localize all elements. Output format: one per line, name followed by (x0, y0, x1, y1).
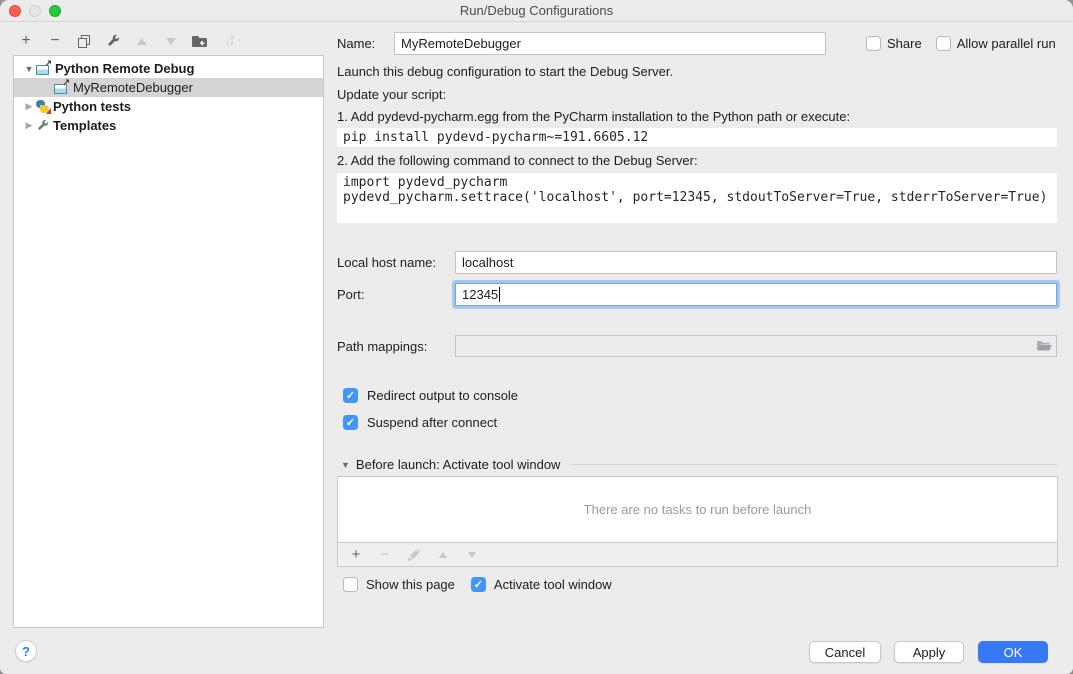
edit-pencil-icon (406, 547, 422, 563)
run-debug-configurations-dialog: Run/Debug Configurations + − ↓az ▼ ↗ Pyt… (0, 0, 1073, 674)
share-checkbox[interactable] (866, 36, 881, 51)
python-logo-icon (36, 100, 49, 113)
help-button[interactable]: ? (15, 640, 37, 662)
remove-configuration-button[interactable]: − (47, 33, 63, 49)
activate-tool-window-label: Activate tool window (494, 577, 612, 592)
move-down-icon (163, 33, 179, 49)
before-launch-title: Before launch: Activate tool window (356, 457, 561, 472)
tree-item-templates[interactable]: ▶ Templates (14, 116, 323, 135)
before-launch-empty-text: There are no tasks to run before launch (338, 477, 1057, 542)
ok-button[interactable]: OK (978, 641, 1048, 663)
new-folder-icon[interactable] (192, 33, 208, 49)
tree-item-python-tests[interactable]: ▶ Python tests (14, 97, 323, 116)
window-title: Run/Debug Configurations (0, 3, 1073, 18)
tree-item-label: Python Remote Debug (55, 61, 194, 76)
port-input[interactable]: 12345 (455, 283, 1057, 306)
allow-parallel-run-checkbox[interactable] (936, 36, 951, 51)
edit-templates-wrench-icon[interactable] (105, 33, 121, 49)
wrench-icon (36, 119, 49, 132)
show-this-page-label: Show this page (366, 577, 455, 592)
before-launch-collapse-icon[interactable]: ▼ (341, 460, 350, 470)
instruction-step-2: 2. Add the following command to connect … (337, 153, 698, 168)
open-folder-icon (1036, 339, 1052, 356)
remove-task-button: − (377, 547, 393, 563)
instruction-line-2: Update your script: (337, 87, 446, 102)
path-mappings-label: Path mappings: (337, 339, 455, 354)
run-config-icon: ↗ (54, 81, 69, 94)
path-mappings-input (455, 335, 1057, 357)
title-bar: Run/Debug Configurations (0, 0, 1073, 22)
before-launch-panel: There are no tasks to run before launch … (337, 476, 1058, 567)
move-task-down-icon (464, 547, 480, 563)
activate-tool-window-checkbox[interactable]: ✓ (471, 577, 486, 592)
port-label: Port: (337, 287, 455, 302)
add-configuration-button[interactable]: + (18, 33, 34, 49)
redirect-output-checkbox[interactable]: ✓ (343, 388, 358, 403)
name-input[interactable] (394, 32, 826, 55)
local-host-name-input[interactable] (455, 251, 1057, 274)
settrace-code-block: import pydevd_pycharm pydevd_pycharm.set… (337, 173, 1057, 223)
move-up-icon (134, 33, 150, 49)
suspend-after-connect-checkbox[interactable]: ✓ (343, 415, 358, 430)
configurations-toolbar: + − ↓az (18, 29, 237, 53)
port-value: 12345 (462, 287, 498, 302)
pip-install-code: pip install pydevd-pycharm~=191.6605.12 (337, 128, 1057, 147)
instruction-line-1: Launch this debug configuration to start… (337, 64, 673, 79)
tree-item-label: MyRemoteDebugger (73, 80, 193, 95)
apply-button[interactable]: Apply (894, 641, 964, 663)
share-label: Share (887, 36, 922, 51)
move-task-up-icon (435, 547, 451, 563)
redirect-output-label: Redirect output to console (367, 388, 518, 403)
tree-item-label: Templates (53, 118, 116, 133)
tree-item-python-remote-debug[interactable]: ▼ ↗ Python Remote Debug (14, 59, 323, 78)
local-host-name-label: Local host name: (337, 255, 455, 270)
show-this-page-checkbox[interactable] (343, 577, 358, 592)
suspend-after-connect-label: Suspend after connect (367, 415, 497, 430)
sort-alphabetically-icon: ↓az (221, 33, 237, 49)
text-caret (499, 287, 500, 302)
code-line-settrace: pydevd_pycharm.settrace('localhost', por… (343, 190, 1051, 205)
tree-item-label: Python tests (53, 99, 131, 114)
collapse-arrow-icon[interactable]: ▶ (22, 101, 36, 112)
collapse-arrow-icon[interactable]: ▶ (22, 120, 36, 131)
name-label: Name: (337, 36, 394, 51)
configurations-tree: ▼ ↗ Python Remote Debug ↗ MyRemoteDebugg… (13, 55, 324, 628)
allow-parallel-run-label: Allow parallel run (957, 36, 1056, 51)
before-launch-toolbar: + − (338, 542, 1057, 566)
expand-arrow-icon[interactable]: ▼ (22, 64, 36, 74)
add-task-button[interactable]: + (348, 547, 364, 563)
tree-item-myremotedebugger[interactable]: ↗ MyRemoteDebugger (14, 78, 323, 97)
cancel-button[interactable]: Cancel (809, 641, 881, 663)
section-divider (570, 464, 1057, 465)
instruction-step-1: 1. Add pydevd-pycharm.egg from the PyCha… (337, 109, 850, 124)
copy-configuration-icon[interactable] (76, 33, 92, 49)
run-config-icon: ↗ (36, 62, 51, 75)
code-line-import: import pydevd_pycharm (343, 175, 1051, 190)
